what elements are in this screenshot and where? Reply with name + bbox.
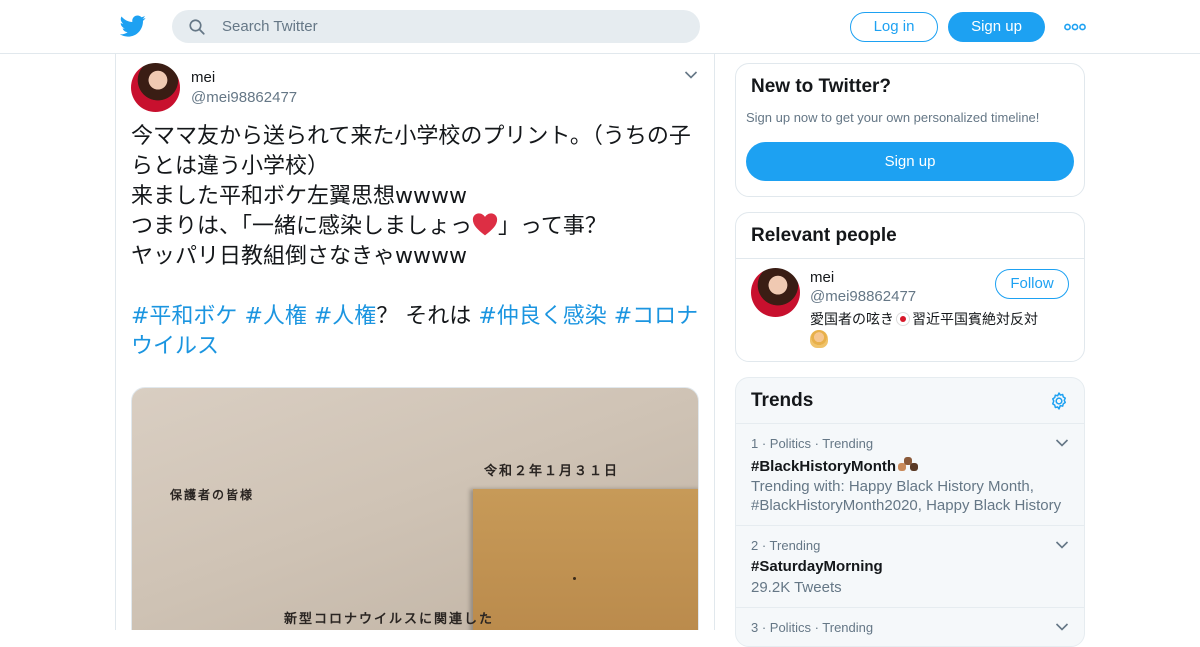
chevron-down-icon[interactable]: [1055, 540, 1069, 550]
trend-description: 29.2K Tweets: [751, 579, 842, 596]
tweet-author-avatar[interactable]: [131, 63, 180, 112]
relevant-person-bio: 愛国者の呟き 習近平国賓絶対反対: [810, 311, 1072, 350]
tweet-text-line: ヤッパリ日教組倒さなきゃwwww: [131, 244, 467, 269]
divider: [736, 258, 1084, 259]
relevant-person-name[interactable]: mei: [810, 269, 834, 286]
chevron-down-icon[interactable]: [684, 70, 698, 80]
photo-envelope: [473, 489, 698, 630]
tweet-author-name[interactable]: mei: [191, 69, 215, 86]
tweet-text: 今ママ友から送られて来た小学校のプリント。（うちの子らとは違う小学校） 来ました…: [131, 122, 701, 362]
search-box[interactable]: [172, 10, 700, 43]
chevron-down-icon[interactable]: [1055, 438, 1069, 448]
card-title: New to Twitter?: [751, 76, 892, 97]
signup-card-button[interactable]: Sign up: [746, 142, 1074, 181]
trend-item[interactable]: 2 · Trending #SaturdayMorning 29.2K Twee…: [736, 525, 1084, 607]
bio-text: 愛国者の呟き: [810, 312, 894, 328]
relevant-people-card: Relevant people mei @mei98862477 Follow …: [735, 212, 1085, 362]
top-navigation-bar: Log in Sign up: [0, 0, 1200, 54]
trend-meta: 2 · Trending: [751, 538, 821, 553]
hashtag-link[interactable]: #仲良く感染: [478, 304, 606, 329]
red-heart-icon: [472, 213, 498, 236]
tweet-text-line: 」って事？: [498, 214, 607, 239]
relevant-person-handle[interactable]: @mei98862477: [810, 288, 916, 305]
person-emoji-icon: [810, 330, 828, 348]
photo-body-text: 新型コロナウイルスに関連した: [284, 612, 495, 627]
card-title: Relevant people: [751, 225, 897, 246]
trend-hashtag-text: #BlackHistoryMonth: [751, 458, 897, 475]
bio-text: 習近平国賓絶対反対: [912, 312, 1038, 328]
trends-card: Trends 1 · Politics · Trending #BlackHis…: [735, 377, 1085, 647]
hashtag-link[interactable]: #人権: [314, 304, 376, 329]
tweet-text-line: 来ました平和ボケ左翼思想wwww: [131, 184, 467, 209]
photo-addressee-text: 保護者の皆様: [170, 488, 255, 502]
twitter-bird-logo-icon[interactable]: [120, 13, 146, 39]
search-icon: [189, 19, 205, 35]
trend-meta: 3 · Politics · Trending: [751, 620, 874, 635]
card-subtitle: Sign up now to get your own personalized…: [746, 110, 1040, 125]
relevant-person-avatar[interactable]: [751, 268, 800, 317]
login-button[interactable]: Log in: [850, 12, 938, 42]
tweet-author-handle[interactable]: @mei98862477: [191, 89, 297, 106]
trend-meta: 1 · Politics · Trending: [751, 436, 874, 451]
tweet-detail: mei @mei98862477 今ママ友から送られて来た小学校のプリント。（う…: [115, 54, 715, 630]
tweet-text-line: つまりは、「一緒に感染しましょっ: [131, 214, 473, 239]
search-input[interactable]: [222, 10, 682, 43]
trend-item[interactable]: 3 · Politics · Trending: [736, 607, 1084, 646]
more-options-icon[interactable]: [1064, 18, 1086, 36]
trend-hashtag[interactable]: #SaturdayMorning: [751, 558, 883, 575]
tweet-photo[interactable]: 令和２年１月３１日 保護者の皆様 新型コロナウイルスに関連した: [131, 387, 699, 630]
trend-hashtag[interactable]: #BlackHistoryMonth: [751, 457, 919, 475]
tweet-text-fragment: ？ それは: [376, 304, 472, 329]
card-title: Trends: [751, 390, 814, 411]
tweet-text-line: 今ママ友から送られて来た小学校のプリント。（うちの子らとは違う小学校）: [131, 124, 691, 179]
trend-item[interactable]: 1 · Politics · Trending #BlackHistoryMon…: [736, 423, 1084, 526]
hashtag-link[interactable]: #人権: [244, 304, 306, 329]
new-to-twitter-card: New to Twitter? Sign up now to get your …: [735, 63, 1085, 197]
photo-date-text: 令和２年１月３１日: [484, 464, 620, 479]
follow-button[interactable]: Follow: [995, 269, 1069, 299]
trend-description: Trending with: Happy Black History Month…: [751, 478, 1062, 514]
hashtag-link[interactable]: #平和ボケ: [131, 304, 237, 329]
gear-icon[interactable]: [1049, 391, 1069, 411]
raised-fists-icon: [898, 457, 919, 473]
chevron-down-icon[interactable]: [1055, 622, 1069, 632]
signup-button[interactable]: Sign up: [948, 12, 1045, 42]
japan-flag-icon: [896, 312, 910, 326]
